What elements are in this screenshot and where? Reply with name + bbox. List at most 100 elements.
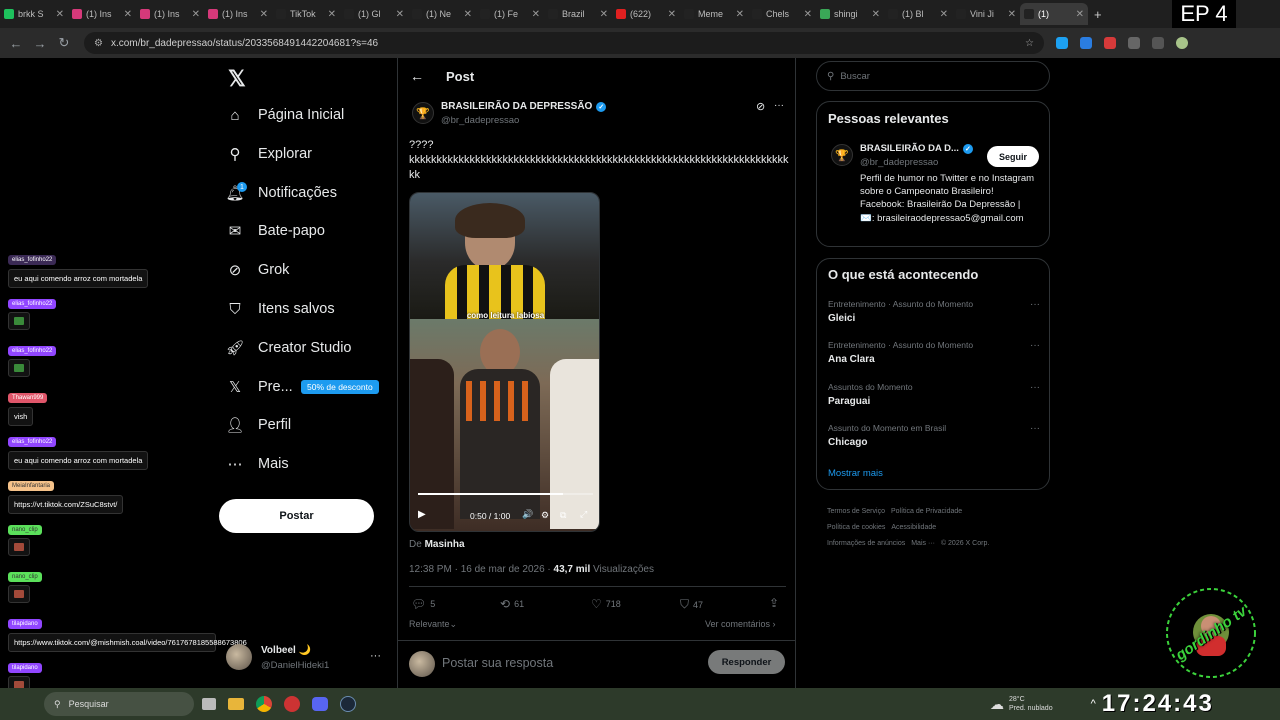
new-tab-icon[interactable]: + — [1094, 7, 1102, 22]
chat-username[interactable]: nano_clip — [8, 572, 42, 582]
close-tab-icon[interactable]: ✕ — [736, 9, 744, 20]
trend-item[interactable]: Assunto do Momento em Brasil Chicago ··· — [828, 423, 1040, 448]
browser-tab[interactable]: Brazil ✕ — [544, 3, 612, 25]
browser-tab[interactable]: (1) Fe ✕ — [476, 3, 544, 25]
browser-tab[interactable]: shingi ✕ — [816, 3, 884, 25]
view-comments-link[interactable]: Ver comentários › — [705, 619, 776, 629]
relevant-avatar[interactable]: 🏆 — [831, 144, 853, 166]
steam-icon[interactable] — [340, 696, 356, 712]
chat-username[interactable]: elias_fofinho22 — [8, 299, 57, 309]
browser-tab[interactable]: (1) ✕ — [1020, 3, 1088, 25]
pip-icon[interactable]: ⧉ — [560, 510, 566, 521]
browser-tab[interactable]: (1) Gl ✕ — [340, 3, 408, 25]
close-tab-icon[interactable]: ✕ — [532, 9, 540, 20]
reply-input[interactable]: Postar sua resposta — [442, 656, 553, 670]
reply-button[interactable]: Responder — [708, 650, 785, 674]
chat-username[interactable]: tilapidano — [8, 663, 42, 673]
menu-icon[interactable] — [1152, 37, 1164, 49]
video-source[interactable]: De Masinha — [409, 539, 465, 550]
chat-username[interactable]: tilapidano — [8, 619, 42, 629]
search-field[interactable]: ⚲ Buscar — [816, 61, 1050, 91]
browser-tab[interactable]: Vini Ji ✕ — [952, 3, 1020, 25]
nav-item-explore[interactable]: ⚲ Explorar — [226, 145, 313, 163]
nav-item-creator-studio[interactable]: 🚀︎ Creator Studio — [225, 339, 351, 357]
close-tab-icon[interactable]: ✕ — [1076, 9, 1084, 20]
sort-dropdown[interactable]: Relevante⌄ — [409, 619, 457, 630]
bookmark-action[interactable]: ⛉ 47 — [680, 597, 703, 612]
footer-link[interactable]: Política de Privacidade — [891, 508, 962, 515]
footer-link[interactable]: Termos de Serviço — [827, 508, 885, 515]
footer-link[interactable]: Política de cookies — [827, 524, 885, 531]
chat-username[interactable]: MeiaInfantaria — [8, 481, 55, 491]
trend-more-icon[interactable]: ··· — [1030, 382, 1040, 393]
source-name[interactable]: Masinha — [425, 539, 465, 550]
browser-tab[interactable]: (1) Bl ✕ — [884, 3, 952, 25]
trend-item[interactable]: Entretenimento · Assunto do Momento Gleic… — [828, 299, 1040, 324]
trend-item[interactable]: Assuntos do Momento Paraguai ··· — [828, 382, 1040, 407]
share-icon[interactable]: ⇪ — [769, 596, 779, 610]
x-logo-icon[interactable]: 𝕏 — [228, 66, 246, 92]
close-tab-icon[interactable]: ✕ — [328, 9, 336, 20]
play-icon[interactable]: ▶ — [418, 509, 426, 520]
extension-icon[interactable] — [1056, 37, 1068, 49]
chat-username[interactable]: nano_clip — [8, 525, 42, 535]
task-view-icon[interactable] — [202, 698, 216, 710]
chat-username[interactable]: elias_fofinho22 — [8, 346, 57, 356]
nav-item-more[interactable]: ⋯ Mais — [226, 455, 289, 473]
close-tab-icon[interactable]: ✕ — [940, 9, 948, 20]
footer-link[interactable]: Acessibilidade — [891, 524, 936, 531]
nav-item-chat[interactable]: ✉ Bate-papo — [226, 222, 325, 240]
site-info-icon[interactable]: ⚙ — [94, 38, 103, 49]
volume-icon[interactable]: 🔊 — [522, 509, 533, 520]
browser-tab[interactable]: (1) Ins ✕ — [136, 3, 204, 25]
video-progress-track[interactable] — [418, 493, 593, 495]
grok-icon[interactable]: ⊘ — [756, 100, 765, 113]
close-tab-icon[interactable]: ✕ — [192, 9, 200, 20]
taskbar-search[interactable]: ⚲ Pesquisar — [44, 692, 194, 716]
browser-tab[interactable]: Meme ✕ — [680, 3, 748, 25]
forward-icon[interactable]: → — [28, 36, 52, 51]
chat-username[interactable]: Thawan999 — [8, 393, 48, 403]
author-avatar[interactable]: 🏆 — [412, 102, 434, 124]
browser-tab[interactable]: (622) ✕ — [612, 3, 680, 25]
tray-chevron-icon[interactable]: ^ — [1091, 698, 1096, 710]
puzzle-icon[interactable] — [1128, 37, 1140, 49]
follow-button[interactable]: Seguir — [987, 146, 1039, 167]
browser-tab[interactable]: (1) Ins ✕ — [68, 3, 136, 25]
post-button[interactable]: Postar — [219, 499, 374, 533]
close-tab-icon[interactable]: ✕ — [260, 9, 268, 20]
back-arrow-icon[interactable]: ← — [410, 68, 424, 84]
trend-more-icon[interactable]: ··· — [1030, 423, 1040, 434]
account-menu-icon[interactable]: ··· — [370, 650, 381, 662]
footer-link[interactable]: Mais ··· — [911, 540, 935, 547]
nav-item-home[interactable]: ⌂ Página Inicial — [226, 106, 344, 124]
close-tab-icon[interactable]: ✕ — [1008, 9, 1016, 20]
chat-username[interactable]: elias_fofinho22 — [8, 255, 57, 265]
address-bar[interactable]: ⚙ x.com/br_dadepressao/status/2033568491… — [84, 32, 1044, 54]
close-tab-icon[interactable]: ✕ — [56, 9, 64, 20]
nav-item-premium[interactable]: 𝕏 Pre... — [226, 378, 293, 396]
repost-action[interactable]: ⟲ 61 — [500, 597, 524, 611]
close-tab-icon[interactable]: ✕ — [396, 9, 404, 20]
close-tab-icon[interactable]: ✕ — [804, 9, 812, 20]
footer-link[interactable]: © 2026 X Corp. — [941, 540, 989, 547]
discord-icon[interactable] — [312, 697, 328, 711]
post-video[interactable]: como leitura labiosa ▶ 0:50 / 1:00 🔊 ⚙ ⧉… — [409, 192, 600, 532]
browser-tab[interactable]: (1) Ne ✕ — [408, 3, 476, 25]
close-tab-icon[interactable]: ✕ — [872, 9, 880, 20]
chat-username[interactable]: elias_fofinho22 — [8, 437, 57, 447]
browser-tab[interactable]: TikTok ✕ — [272, 3, 340, 25]
close-tab-icon[interactable]: ✕ — [668, 9, 676, 20]
app-icon[interactable] — [284, 696, 300, 712]
chrome-icon[interactable] — [256, 696, 272, 712]
fullscreen-icon[interactable]: ⤢ — [580, 509, 587, 520]
file-explorer-icon[interactable] — [228, 698, 244, 710]
close-tab-icon[interactable]: ✕ — [464, 9, 472, 20]
reload-icon[interactable]: ↻ — [52, 35, 76, 51]
browser-tab[interactable]: (1) Ins ✕ — [204, 3, 272, 25]
trend-more-icon[interactable]: ··· — [1030, 299, 1040, 310]
close-tab-icon[interactable]: ✕ — [124, 9, 132, 20]
show-more-link[interactable]: Mostrar mais — [828, 468, 883, 479]
weather-widget[interactable]: ☁ 28°C Pred. nublado — [990, 695, 1053, 713]
settings-icon[interactable]: ⚙ — [541, 510, 549, 521]
